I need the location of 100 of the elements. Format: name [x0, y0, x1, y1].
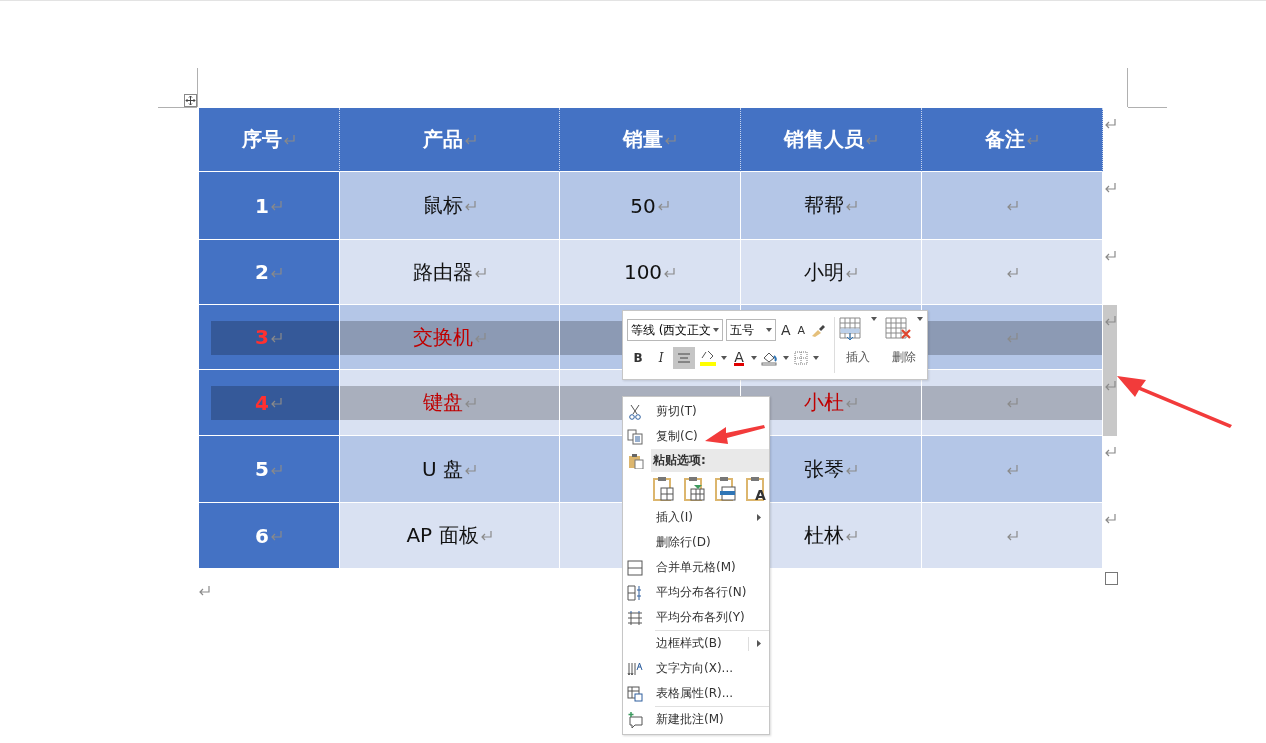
cell-text: 6: [255, 523, 269, 548]
header-text: 销售人员: [784, 126, 864, 153]
paragraph-mark-icon: [464, 463, 477, 475]
caret-icon: [813, 356, 819, 360]
grow-font-button[interactable]: A: [779, 322, 793, 338]
paragraph-mark-icon: [1026, 134, 1039, 145]
insert-button[interactable]: 插入: [835, 311, 881, 379]
paragraph-mark-icon: [473, 266, 487, 278]
caret-icon: [721, 356, 727, 360]
paragraph-mark-icon: [269, 397, 283, 408]
header-text: 产品: [422, 126, 463, 153]
cell-text: 键盘: [422, 389, 463, 416]
paragraph-mark-icon: [463, 200, 477, 211]
paste-keep-format-icon[interactable]: [653, 476, 675, 502]
menu-item[interactable]: 表格属性(R)...: [623, 681, 769, 706]
table-properties-icon: [627, 685, 643, 702]
caret-icon: [783, 356, 789, 360]
paragraph-mark-icon: [1104, 250, 1117, 261]
cell-text: U 盘: [422, 455, 463, 483]
paragraph-mark-icon: [845, 200, 858, 211]
clipboard-icon: [628, 452, 644, 469]
paragraph-mark-icon: [269, 530, 283, 541]
header-text: 序号: [242, 126, 282, 153]
cell-text: 50: [630, 193, 656, 218]
highlighter-icon: [699, 350, 717, 366]
menu-item[interactable]: 合并单元格(M): [623, 555, 769, 580]
menu-item[interactable]: 边框样式(B): [623, 631, 769, 656]
menu-item[interactable]: 平均分布各列(Y): [623, 605, 769, 630]
paragraph-mark-icon: [845, 530, 858, 541]
distribute-rows-icon: [627, 584, 643, 601]
paragraph-mark-icon: [269, 463, 283, 475]
caret-icon: [766, 328, 772, 332]
paragraph-mark-icon: [269, 266, 283, 278]
paste-insert-rows-icon[interactable]: [715, 476, 737, 502]
table-move-handle-icon[interactable]: [184, 94, 197, 107]
cell-text: 鼠标: [422, 192, 463, 219]
cell-text: 张琴: [804, 455, 844, 483]
distribute-columns-icon: [627, 609, 643, 626]
paragraph-mark-icon: [1104, 182, 1117, 193]
paragraph-mark-icon: [1005, 200, 1019, 211]
table-resize-handle-icon[interactable]: [1105, 572, 1118, 585]
cell-text: 100: [623, 260, 663, 284]
menu-item[interactable]: 文字方向(X)...: [623, 656, 769, 681]
paragraph-mark-icon: [663, 266, 677, 278]
cell-text: 路由器: [412, 258, 473, 286]
cell-text: 交换机: [412, 323, 473, 351]
header-text: 销量: [623, 126, 663, 153]
cell-text: 2: [255, 260, 269, 284]
italic-button[interactable]: I: [650, 347, 672, 369]
cell-text: 3: [255, 325, 269, 349]
paragraph-mark-icon: [845, 397, 858, 408]
paragraph-mark-icon: [1005, 463, 1019, 475]
scissors-icon: [627, 403, 643, 420]
caret-icon: [871, 317, 877, 321]
paragraph-mark-icon: [269, 331, 283, 343]
menu-item[interactable]: 平均分布各行(N): [623, 580, 769, 605]
header-text: 备注: [985, 126, 1025, 153]
cell-text: 杜林: [804, 522, 844, 549]
paragraph-mark-icon: [865, 134, 878, 145]
paragraph-mark-icon: [1104, 380, 1117, 391]
bold-button[interactable]: B: [627, 347, 649, 369]
paragraph-mark-icon: [283, 134, 296, 145]
menu-item[interactable]: 插入(I): [623, 505, 769, 530]
cell-text: 小明: [804, 258, 844, 286]
caret-icon: [713, 328, 719, 332]
merge-cells-icon: [627, 559, 643, 576]
menu-heading: 粘贴选项:: [653, 452, 706, 469]
cell-text: 帮帮: [804, 192, 844, 219]
paragraph-mark-icon: [1005, 266, 1019, 278]
cell-text: 1: [255, 193, 269, 218]
font-size-dropdown[interactable]: 五号: [726, 319, 776, 341]
font-dropdown[interactable]: 等线 (西文正文: [627, 319, 723, 341]
delete-button[interactable]: 删除: [881, 311, 927, 379]
paragraph-mark-icon: [1104, 315, 1117, 326]
paragraph-mark-icon: [463, 134, 477, 145]
menu-item[interactable]: 剪切(T): [623, 399, 769, 424]
paragraph-mark-icon: [1104, 513, 1117, 524]
caret-icon: [917, 317, 923, 321]
menu-item[interactable]: 新建批注(M): [623, 707, 769, 732]
cell-text: 4: [255, 390, 269, 415]
cell-text: AP 面板: [406, 522, 479, 549]
format-painter-icon[interactable]: [810, 322, 827, 338]
paragraph-mark-icon: [473, 331, 487, 343]
new-comment-icon: [627, 711, 643, 728]
paragraph-mark-icon: [656, 200, 670, 211]
shrink-font-button[interactable]: A: [795, 323, 808, 337]
paragraph-mark-icon: [198, 585, 211, 596]
paragraph-mark-icon: [479, 530, 493, 541]
font-color-button[interactable]: A: [728, 347, 750, 369]
annotation-arrow: [705, 425, 765, 444]
menu-item[interactable]: 复制(C): [623, 424, 769, 449]
align-center-icon: [678, 353, 690, 363]
copy-icon: [627, 428, 643, 445]
cell-text: 小杜: [804, 389, 844, 416]
cell-text: 5: [255, 457, 269, 481]
menu-item[interactable]: 删除行(D): [623, 530, 769, 555]
paragraph-mark-icon: [1005, 397, 1019, 408]
paste-merge-table-icon[interactable]: [684, 476, 706, 502]
paragraph-mark-icon: [664, 134, 677, 145]
paragraph-mark-icon: [1104, 446, 1117, 457]
